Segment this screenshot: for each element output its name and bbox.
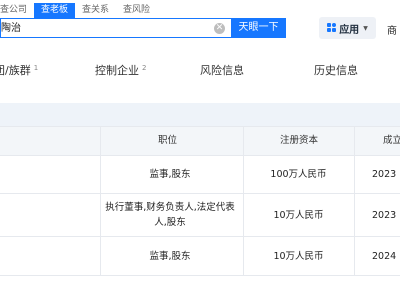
app-menu-button[interactable]: 应用 ▼ <box>319 17 376 39</box>
app-grid-icon <box>327 23 337 33</box>
cell-position: 监事,股东 <box>149 250 191 262</box>
cell-capital: 100万人民币 <box>270 169 327 180</box>
tab-group[interactable]: 团/族群1 <box>0 55 38 87</box>
table-row[interactable]: 监事,股东 100万人民币 2023 <box>0 156 400 194</box>
tab-risk-label: 风险信息 <box>200 64 244 77</box>
header-position: 职位 <box>158 135 178 146</box>
search-input[interactable]: 陶治 ✕ <box>0 18 231 38</box>
close-circle-icon[interactable]: ✕ <box>214 23 225 34</box>
table-header: 职位 注册资本 成立 <box>0 126 400 156</box>
cell-established: 2023 <box>372 169 397 180</box>
tab-history-info[interactable]: 历史信息 <box>314 55 358 87</box>
header-established: 成立 <box>383 135 400 146</box>
tab-controlled-count: 2 <box>142 64 147 72</box>
column-divider <box>243 126 244 276</box>
tab-risk-info[interactable]: 风险信息 <box>200 55 244 87</box>
search-type-tabs: 查公司 查老板 查关系 查风险 <box>0 3 157 18</box>
tab-controlled-label: 控制企业 <box>95 64 139 77</box>
tab-search-company[interactable]: 查公司 <box>0 3 34 18</box>
tab-search-boss[interactable]: 查老板 <box>34 3 76 18</box>
search-query-text[interactable]: 陶治 <box>1 22 21 35</box>
search-button[interactable]: 天眼一下 <box>231 18 286 38</box>
header-capital: 注册资本 <box>280 135 319 146</box>
commerce-link[interactable]: 商 <box>387 22 397 37</box>
cell-position: 执行董事,财务负责人,法定代表人,股东 <box>105 202 235 228</box>
app-menu-label: 应用 <box>339 24 360 36</box>
caret-down-icon: ▼ <box>363 24 368 32</box>
tab-search-relation[interactable]: 查关系 <box>75 3 116 18</box>
column-divider <box>354 126 355 276</box>
table-row[interactable]: 监事,股东 10万人民币 2024 <box>0 237 400 276</box>
cell-capital: 10万人民币 <box>273 209 324 221</box>
tab-group-count: 1 <box>33 64 39 72</box>
table-row[interactable]: 执行董事,财务负责人,法定代表人,股东 10万人民币 2023 <box>0 194 400 237</box>
search-header: 查公司 查老板 查关系 查风险 陶治 ✕ 天眼一下 应用 ▼ 商 <box>0 0 400 46</box>
section-band <box>0 103 400 126</box>
tab-search-risk[interactable]: 查风险 <box>116 3 157 18</box>
profile-tabs: 团/族群1 控制企业2 风险信息 历史信息 <box>0 55 400 87</box>
cell-capital: 10万人民币 <box>273 250 324 262</box>
cell-established: 2024 <box>372 250 397 262</box>
column-divider <box>100 126 101 276</box>
cell-position: 监事,股东 <box>149 169 191 180</box>
tab-controlled-companies[interactable]: 控制企业 2 <box>95 55 146 87</box>
tab-history-label: 历史信息 <box>314 64 358 77</box>
tab-group-label: 团/族群 <box>0 64 31 77</box>
cell-established: 2023 <box>372 209 397 221</box>
